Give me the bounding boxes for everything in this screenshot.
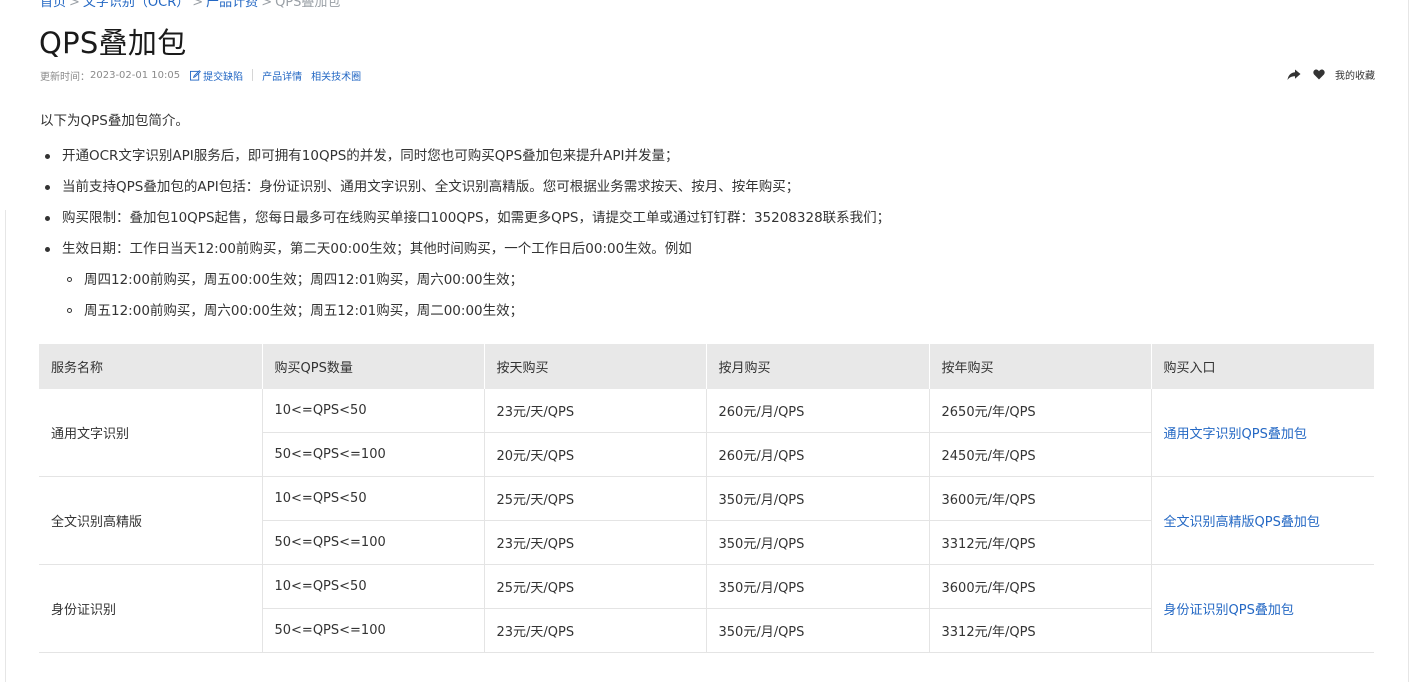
- purchase-link[interactable]: 全文识别高精版QPS叠加包: [1151, 476, 1374, 565]
- left-divider: [5, 210, 6, 682]
- purchase-link[interactable]: 通用文字识别QPS叠加包: [1151, 389, 1374, 477]
- breadcrumb-separator: >: [192, 0, 204, 10]
- report-issue-label: 提交缺陷: [203, 71, 244, 83]
- daily-price-cell: 25元/天/QPS: [484, 476, 707, 521]
- list-item: 购买限制：叠加包10QPS起售，您每日最多可在线购买单接口100QPS，如需更多…: [40, 203, 1370, 234]
- bullet-ring: [67, 277, 72, 282]
- monthly-price-cell: 350元/月/QPS: [706, 476, 930, 521]
- yearly-price-cell: 3600元/年/QPS: [929, 564, 1152, 609]
- qps-cell: 50<=QPS<=100: [262, 608, 485, 653]
- daily-price-cell: 23元/天/QPS: [484, 520, 707, 565]
- intro-text: 以下为QPS叠加包简介。: [40, 113, 189, 129]
- service-name-cell: 身份证识别: [39, 564, 263, 653]
- monthly-price-cell: 350元/月/QPS: [706, 564, 930, 609]
- example-sublist: 周四12:00前购买，周五00:00生效；周四12:01购买，周六00:00生效…: [40, 265, 1370, 327]
- bullet-dot: [45, 154, 50, 159]
- list-item-text: 开通OCR文字识别API服务后，即可拥有10QPS的并发，同时您也可购买QPS叠…: [62, 148, 679, 164]
- monthly-price-cell: 260元/月/QPS: [706, 432, 930, 477]
- monthly-price-cell: 260元/月/QPS: [706, 389, 930, 433]
- table-header-row: 服务名称 购买QPS数量 按天购买 按月购买 按年购买 购买入口: [39, 344, 1374, 389]
- breadcrumb-item-ocr[interactable]: 文字识别（OCR）: [83, 0, 189, 10]
- breadcrumb-separator: >: [69, 0, 80, 10]
- right-divider: [1408, 0, 1409, 682]
- pencil-icon: [190, 69, 202, 81]
- doc-actions: 我的收藏: [1287, 67, 1375, 82]
- updated-time: 2023-02-01 10:05: [90, 69, 181, 81]
- monthly-price-cell: 350元/月/QPS: [706, 520, 930, 565]
- column-header-daily: 按天购买: [484, 344, 707, 389]
- yearly-price-cell: 2650元/年/QPS: [929, 389, 1152, 433]
- list-item-text: 购买限制：叠加包10QPS起售，您每日最多可在线购买单接口100QPS，如需更多…: [62, 210, 891, 226]
- column-header-monthly: 按月购买: [706, 344, 930, 389]
- daily-price-cell: 25元/天/QPS: [484, 564, 707, 609]
- table-row: 全文识别高精版 10<=QPS<50 25元/天/QPS 350元/月/QPS …: [39, 476, 1374, 565]
- yearly-price-cell: 2450元/年/QPS: [929, 432, 1152, 477]
- list-item-text: 生效日期：工作日当天12:00前购买，第二天00:00生效；其他时间购买，一个工…: [62, 241, 692, 257]
- heart-icon[interactable]: [1313, 69, 1325, 80]
- updated-label: 更新时间：: [40, 71, 90, 83]
- page-title: QPS叠加包: [39, 26, 187, 60]
- daily-price-cell: 23元/天/QPS: [484, 608, 707, 653]
- qps-cell: 10<=QPS<50: [262, 476, 485, 521]
- service-name-cell: 全文识别高精版: [39, 476, 263, 565]
- pricing-table: 服务名称 购买QPS数量 按天购买 按月购买 按年购买 购买入口 通用文字识别 …: [39, 344, 1374, 653]
- yearly-price-cell: 3312元/年/QPS: [929, 520, 1152, 565]
- sub-list-item: 周四12:00前购买，周五00:00生效；周四12:01购买，周六00:00生效…: [40, 265, 1370, 296]
- column-header-qps: 购买QPS数量: [262, 344, 485, 389]
- sub-list-item-text: 周四12:00前购买，周五00:00生效；周四12:01购买，周六00:00生效…: [84, 272, 524, 288]
- breadcrumb: 首页 > 文字识别（OCR） > 产品计费 > QPS叠加包: [40, 0, 340, 10]
- list-item: 当前支持QPS叠加包的API包括：身份证识别、通用文字识别、全文识别高精版。您可…: [40, 172, 1370, 203]
- service-name-cell: 通用文字识别: [39, 389, 263, 477]
- feature-list: 开通OCR文字识别API服务后，即可拥有10QPS的并发，同时您也可购买QPS叠…: [40, 141, 1370, 327]
- my-favorites-link[interactable]: 我的收藏: [1335, 67, 1375, 82]
- breadcrumb-item-billing[interactable]: 产品计费: [206, 0, 258, 10]
- report-issue-link[interactable]: 提交缺陷: [190, 68, 243, 83]
- bullet-dot: [45, 185, 50, 190]
- yearly-price-cell: 3600元/年/QPS: [929, 476, 1152, 521]
- bullet-ring: [67, 308, 72, 313]
- bullet-dot: [45, 247, 50, 252]
- daily-price-cell: 23元/天/QPS: [484, 389, 707, 433]
- list-item: 生效日期：工作日当天12:00前购买，第二天00:00生效；其他时间购买，一个工…: [40, 234, 1370, 265]
- doc-meta: 更新时间： 2023-02-01 10:05 提交缺陷 产品详情 相关技术圈: [40, 68, 361, 83]
- qps-cell: 50<=QPS<=100: [262, 520, 485, 565]
- purchase-link[interactable]: 身份证识别QPS叠加包: [1151, 564, 1374, 653]
- breadcrumb-item-home[interactable]: 首页: [40, 0, 66, 10]
- qps-cell: 50<=QPS<=100: [262, 432, 485, 477]
- product-details-link[interactable]: 产品详情: [262, 68, 302, 83]
- breadcrumb-item-current: QPS叠加包: [275, 0, 341, 10]
- bullet-dot: [45, 216, 50, 221]
- table-row: 身份证识别 10<=QPS<50 25元/天/QPS 350元/月/QPS 36…: [39, 564, 1374, 653]
- yearly-price-cell: 3312元/年/QPS: [929, 608, 1152, 653]
- table-row: 通用文字识别 10<=QPS<50 23元/天/QPS 260元/月/QPS 2…: [39, 389, 1374, 477]
- sub-list-item: 周五12:00前购买，周六00:00生效；周五12:01购买，周二00:00生效…: [40, 296, 1370, 327]
- share-icon[interactable]: [1287, 69, 1301, 81]
- meta-divider: [252, 69, 254, 81]
- sub-list-item-text: 周五12:00前购买，周六00:00生效；周五12:01购买，周二00:00生效…: [84, 303, 524, 319]
- qps-cell: 10<=QPS<50: [262, 564, 485, 609]
- list-item: 开通OCR文字识别API服务后，即可拥有10QPS的并发，同时您也可购买QPS叠…: [40, 141, 1370, 172]
- breadcrumb-separator: >: [261, 0, 273, 10]
- tech-community-link[interactable]: 相关技术圈: [311, 68, 361, 83]
- column-header-service: 服务名称: [39, 344, 263, 389]
- sub-list-container: 周四12:00前购买，周五00:00生效；周四12:01购买，周六00:00生效…: [40, 265, 1370, 327]
- column-header-purchase: 购买入口: [1151, 344, 1374, 389]
- monthly-price-cell: 350元/月/QPS: [706, 608, 930, 653]
- qps-cell: 10<=QPS<50: [262, 389, 485, 433]
- daily-price-cell: 20元/天/QPS: [484, 432, 707, 477]
- list-item-text: 当前支持QPS叠加包的API包括：身份证识别、通用文字识别、全文识别高精版。您可…: [62, 179, 800, 195]
- column-header-yearly: 按年购买: [929, 344, 1152, 389]
